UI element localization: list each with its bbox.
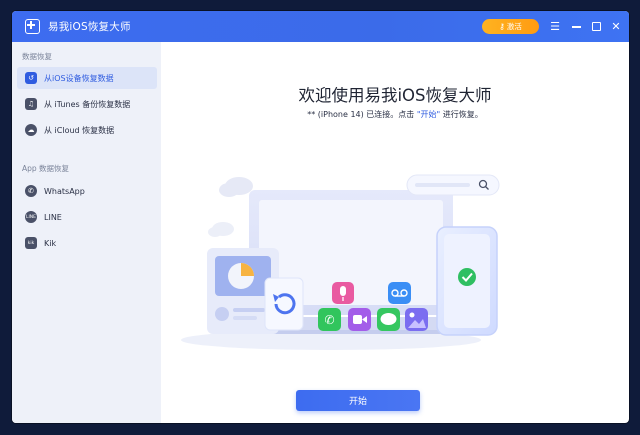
sidebar: 数据恢复 ↺ 从iOS设备恢复数据 ♫ 从 iTunes 备份恢复数据 ☁ 从 … [12, 42, 161, 423]
phone-icon [436, 226, 498, 336]
sidebar-item-ios-device[interactable]: ↺ 从iOS设备恢复数据 [17, 67, 157, 89]
sidebar-item-label: 从iOS设备恢复数据 [44, 73, 114, 83]
recovery-illustration: ✆ [181, 174, 500, 350]
microphone-app-icon [332, 282, 354, 304]
phone-call-app-icon: ✆ [318, 308, 341, 331]
menu-icon[interactable]: ☰ [548, 19, 562, 34]
sidebar-item-label: 从 iCloud 恢复数据 [44, 125, 115, 135]
activate-label: 激活 [506, 22, 522, 31]
sidebar-item-label: LINE [44, 212, 62, 222]
section-label-app-recovery: App 数据恢复 [22, 164, 70, 173]
itunes-music-icon: ♫ [25, 98, 37, 110]
cloud-icon [208, 177, 253, 237]
title-bar: 易我iOS恢复大师 ⚷ 激活 ☰ ✕ [12, 11, 629, 42]
photos-app-icon [405, 308, 428, 331]
voicemail-app-icon [388, 282, 411, 304]
whatsapp-icon: ✆ [25, 185, 37, 197]
restore-icon [264, 277, 304, 331]
app-window: 易我iOS恢复大师 ⚷ 激活 ☰ ✕ 数据恢复 ↺ 从iOS设备恢复数据 ♫ 从… [12, 11, 629, 423]
search-icon [406, 174, 500, 196]
sidebar-item-label: 从 iTunes 备份恢复数据 [44, 99, 131, 109]
svg-text:✆: ✆ [324, 313, 334, 327]
sidebar-item-whatsapp[interactable]: ✆ WhatsApp [17, 180, 157, 202]
sidebar-item-label: Kik [44, 238, 57, 248]
app-logo-icon [25, 19, 40, 34]
minimize-icon[interactable] [569, 19, 583, 34]
messages-app-icon [377, 308, 400, 331]
phone-restore-icon: ↺ [25, 72, 37, 84]
main-panel: 欢迎使用易我iOS恢复大师 ** (iPhone 14) 已连接。点击 "开始"… [161, 42, 629, 423]
close-icon[interactable]: ✕ [609, 19, 623, 34]
start-button[interactable]: 开始 [296, 390, 420, 411]
maximize-icon[interactable] [589, 19, 603, 35]
line-icon: LINE [25, 211, 37, 223]
sidebar-item-icloud[interactable]: ☁ 从 iCloud 恢复数据 [17, 119, 157, 141]
sidebar-item-line[interactable]: LINE LINE [17, 206, 157, 228]
activate-button[interactable]: ⚷ 激活 [482, 19, 539, 34]
icloud-icon: ☁ [25, 124, 37, 136]
kik-icon: kik [25, 237, 37, 249]
sidebar-item-itunes[interactable]: ♫ 从 iTunes 备份恢复数据 [17, 93, 157, 115]
app-title: 易我iOS恢复大师 [48, 21, 131, 33]
sidebar-item-kik[interactable]: kik Kik [17, 232, 157, 254]
section-label-data-recovery: 数据恢复 [22, 52, 52, 61]
sidebar-item-label: WhatsApp [44, 186, 85, 196]
key-icon: ⚷ [499, 22, 505, 31]
video-app-icon [348, 308, 371, 331]
